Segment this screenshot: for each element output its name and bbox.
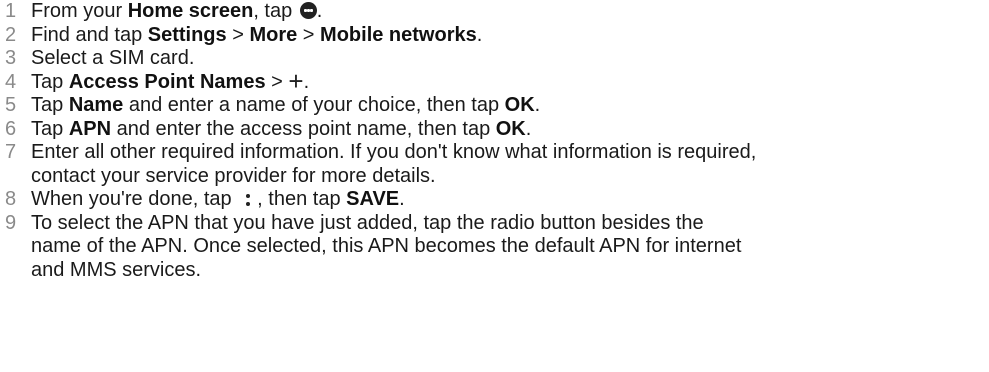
step-text: . <box>534 94 541 116</box>
step-bold-text: Name <box>68 94 124 116</box>
step-text: > <box>265 70 289 93</box>
step-number: 3 <box>5 47 17 69</box>
step-2: 2 Find and tap Settings > More > Mobile … <box>0 24 989 48</box>
step-text: To select the APN that you have just add… <box>31 211 704 234</box>
step-bold-text: More <box>249 23 298 46</box>
step-4: 4 Tap Access Point Names > +. <box>0 65 989 96</box>
step-bold-text: OK <box>495 117 526 140</box>
step-number: 6 <box>5 117 17 140</box>
step-7: 7 Enter all other required information. … <box>0 141 989 188</box>
step-text: and MMS services. <box>31 258 202 281</box>
step-text: Select a SIM card. <box>31 47 195 69</box>
step-text: . <box>525 117 532 140</box>
step-5: 5 Tap Name and enter a name of your choi… <box>0 94 989 118</box>
step-text: name of the APN. Once selected, this APN… <box>31 235 742 257</box>
step-number: 8 <box>5 188 17 210</box>
step-number: 5 <box>5 94 17 116</box>
step-number: 1 <box>5 0 17 22</box>
step-text: . <box>303 70 310 93</box>
step-bold-text: OK <box>504 94 535 116</box>
instruction-steps: 1 From your Home screen, tap . 2 Find an… <box>0 0 989 282</box>
step-number: 2 <box>5 23 17 46</box>
step-text: Tap <box>31 70 69 93</box>
plus-icon: + <box>288 65 304 96</box>
step-text: . <box>476 23 483 46</box>
step-bold-text: SAVE <box>346 188 400 210</box>
step-text: > <box>226 23 250 46</box>
step-text: Find and tap <box>31 23 148 46</box>
step-bold-text: Access Point Names <box>68 70 266 93</box>
step-text: contact your service provider for more d… <box>31 164 436 187</box>
step-bold-text: APN <box>68 117 112 140</box>
step-9: 9 To select the APN that you have just a… <box>0 212 989 283</box>
step-text: When you're done, tap <box>31 188 238 210</box>
step-8: 8 When you're done, tap , then tap SAVE. <box>0 188 989 212</box>
step-bold-text: Settings <box>147 23 227 46</box>
step-number: 4 <box>5 70 17 93</box>
more-vert-icon <box>243 190 253 208</box>
step-text: Tap <box>31 117 69 140</box>
step-text: . <box>316 0 323 22</box>
step-text: Enter all other required information. If… <box>31 141 757 163</box>
step-text: and enter the access point name, then ta… <box>111 117 496 140</box>
step-text: , then tap <box>257 188 347 210</box>
step-text: > <box>297 23 321 46</box>
step-text: and enter a name of your choice, then ta… <box>123 94 505 116</box>
step-1: 1 From your Home screen, tap . <box>0 0 989 24</box>
step-text: . <box>399 188 405 210</box>
apps-icon <box>299 2 317 19</box>
step-number: 7 <box>5 141 17 163</box>
step-bold-text: Mobile networks <box>320 23 477 46</box>
step-number: 9 <box>5 211 17 234</box>
step-text: From your <box>31 0 128 22</box>
step-3: 3 Select a SIM card. <box>0 47 989 71</box>
step-text: , tap <box>253 0 298 22</box>
step-bold-text: Home screen <box>127 0 254 22</box>
step-text: Tap <box>31 94 69 116</box>
step-6: 6 Tap APN and enter the access point nam… <box>0 118 989 142</box>
